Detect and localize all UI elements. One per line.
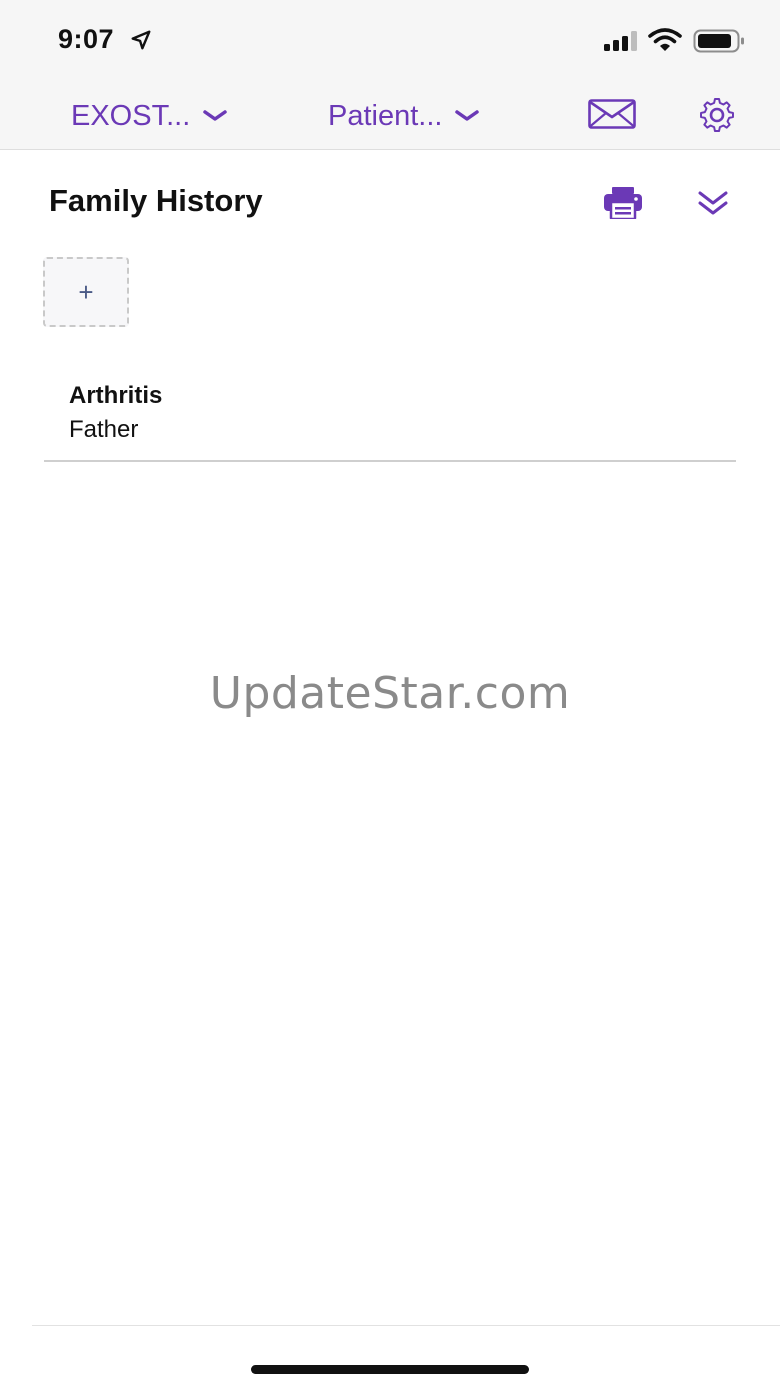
chevron-down-icon <box>455 110 480 121</box>
watermark: UpdateStar.com <box>209 668 571 719</box>
patient-dropdown-label: Patient... <box>328 99 443 132</box>
gear-icon[interactable] <box>696 95 738 135</box>
top-header: 9:07 EXOST... Patient... <box>0 0 780 150</box>
double-chevron-down-icon[interactable] <box>697 188 729 218</box>
cellular-signal-icon <box>604 31 637 51</box>
bottom-divider <box>32 1325 780 1326</box>
battery-icon <box>693 29 744 53</box>
patient-dropdown[interactable]: Patient... <box>328 96 480 136</box>
section-title: Family History <box>49 183 263 218</box>
mail-icon[interactable] <box>588 99 636 129</box>
nav-bar: EXOST... Patient... <box>0 80 780 150</box>
list-item[interactable]: Arthritis Father <box>44 372 736 462</box>
relation-name: Father <box>69 416 139 443</box>
chevron-down-icon <box>203 110 228 121</box>
practice-dropdown-label: EXOST... <box>71 99 191 132</box>
add-icon: + <box>78 276 94 307</box>
home-indicator[interactable] <box>251 1365 529 1374</box>
condition-name: Arthritis <box>69 382 163 409</box>
practice-dropdown[interactable]: EXOST... <box>71 96 228 136</box>
add-family-history-button[interactable]: + <box>43 257 129 327</box>
location-arrow-icon <box>131 30 151 50</box>
printer-icon[interactable] <box>604 187 642 219</box>
status-time: 9:07 <box>58 24 115 54</box>
family-history-list: Arthritis Father <box>44 372 736 462</box>
status-bar: 9:07 <box>0 0 780 80</box>
screen: 9:07 EXOST... Patient... Family History … <box>0 0 780 1387</box>
wifi-icon <box>648 28 682 51</box>
